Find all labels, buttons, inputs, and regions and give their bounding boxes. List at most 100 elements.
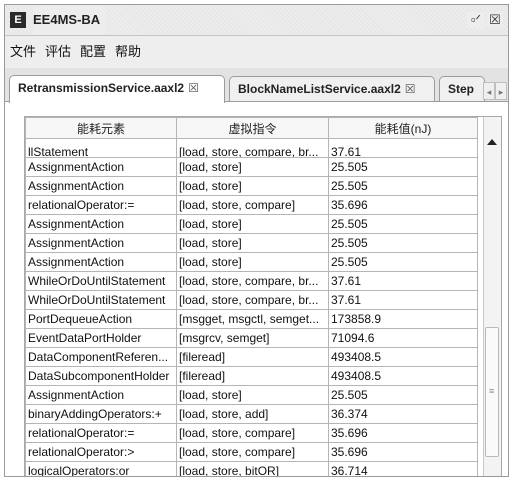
tab-label: BlockNameListService.aaxl2 — [238, 82, 401, 96]
column-header-element[interactable]: 能耗元素 — [25, 117, 177, 139]
restore-icon[interactable]: ▫ᐟ — [467, 12, 485, 28]
title-bar[interactable]: E EE4MS-BA ▫ᐟ ☒ — [5, 5, 508, 36]
cell-energy: 35.696 — [328, 195, 478, 215]
editor-content: 能耗元素 虚拟指令 能耗值(nJ) llStatement [load, sto… — [5, 101, 508, 476]
cell-instructions: [fileread] — [176, 366, 329, 386]
table-row[interactable]: AssignmentAction [load, store] 25.505 — [25, 252, 478, 272]
cell-instructions: [load, store] — [176, 385, 329, 405]
table-row[interactable]: DataSubcomponentHolder [fileread] 493408.5 — [25, 366, 478, 386]
table-row[interactable]: AssignmentAction [load, store] 25.505 — [25, 233, 478, 253]
cell-element: relationalOperator:= — [25, 423, 177, 443]
tab-label: RetransmissionService.aaxl2 — [18, 81, 185, 95]
cell-energy: 25.505 — [328, 233, 478, 253]
cell-element: relationalOperator:= — [25, 195, 177, 215]
column-header-energy[interactable]: 能耗值(nJ) — [328, 117, 478, 139]
cell-energy: 36.714 — [328, 461, 478, 476]
menu-file[interactable]: 文件 — [10, 36, 36, 68]
tab-step[interactable]: Step — [439, 76, 485, 102]
chevron-right-icon[interactable]: ▸ — [495, 82, 507, 100]
cell-instructions: [msgrcv, semget] — [176, 328, 329, 348]
cell-instructions: [fileread] — [176, 347, 329, 367]
table-row[interactable]: EventDataPortHolder [msgrcv, semget] 71094… — [25, 328, 478, 348]
scroll-up-arrow-icon[interactable] — [487, 139, 497, 145]
cell-instructions: [load, store, compare, br... — [176, 138, 329, 158]
cell-instructions: [load, store] — [176, 214, 329, 234]
cell-instructions: [load, store, compare] — [176, 423, 329, 443]
cell-element: DataComponentReferen... — [25, 347, 177, 367]
cell-element: AssignmentAction — [25, 385, 177, 405]
cell-energy: 35.696 — [328, 423, 478, 443]
table-header-row: 能耗元素 虚拟指令 能耗值(nJ) — [25, 117, 478, 139]
cell-element: AssignmentAction — [25, 157, 177, 177]
close-icon[interactable]: ☒ — [487, 12, 503, 28]
tab-close-icon[interactable]: ☒ — [188, 81, 199, 95]
column-header-instructions[interactable]: 虚拟指令 — [176, 117, 329, 139]
cell-element: PortDequeueAction — [25, 309, 177, 329]
vertical-scrollbar[interactable]: ≡ — [483, 117, 501, 476]
cell-element: llStatement — [25, 138, 177, 158]
cell-instructions: [load, store, compare] — [176, 195, 329, 215]
cell-instructions: [load, store, compare] — [176, 442, 329, 462]
table-row[interactable]: WhileOrDoUntilStatement [load, store, com… — [25, 290, 478, 310]
menu-help[interactable]: 帮助 — [115, 36, 141, 68]
table-row[interactable]: AssignmentAction [load, store] 25.505 — [25, 157, 478, 177]
grip-icon: ≡ — [489, 386, 495, 396]
cell-energy: 36.374 — [328, 404, 478, 424]
tab-blockname-list-service[interactable]: BlockNameListService.aaxl2 ☒ — [229, 76, 435, 102]
table-row[interactable]: WhileOrDoUntilStatement [load, store, com… — [25, 271, 478, 291]
table-row[interactable]: relationalOperator:> [load, store, compar… — [25, 442, 478, 462]
cell-energy: 37.61 — [328, 290, 478, 310]
cell-energy: 493408.5 — [328, 347, 478, 367]
cell-energy: 37.61 — [328, 271, 478, 291]
menu-config[interactable]: 配置 — [80, 36, 106, 68]
cell-instructions: [load, store] — [176, 252, 329, 272]
cell-instructions: [load, store] — [176, 176, 329, 196]
cell-instructions: [load, store, add] — [176, 404, 329, 424]
cell-energy: 173858.9 — [328, 309, 478, 329]
cell-energy: 35.696 — [328, 442, 478, 462]
table-row[interactable]: PortDequeueAction [msgget, msgctl, semget… — [25, 309, 478, 329]
chevron-left-icon[interactable]: ◂ — [483, 82, 495, 100]
cell-instructions: [load, store] — [176, 157, 329, 177]
cell-element: EventDataPortHolder — [25, 328, 177, 348]
cell-energy: 71094.6 — [328, 328, 478, 348]
cell-element: relationalOperator:> — [25, 442, 177, 462]
energy-grid: 能耗元素 虚拟指令 能耗值(nJ) llStatement [load, sto… — [25, 117, 478, 476]
cell-energy: 25.505 — [328, 385, 478, 405]
table-row[interactable]: AssignmentAction [load, store] 25.505 — [25, 176, 478, 196]
scroll-thumb[interactable]: ≡ — [485, 327, 499, 457]
menu-bar: 文件 评估 配置 帮助 — [5, 36, 508, 68]
cell-element: AssignmentAction — [25, 252, 177, 272]
cell-energy: 25.505 — [328, 252, 478, 272]
cell-element: AssignmentAction — [25, 233, 177, 253]
tab-retransmission-service[interactable]: RetransmissionService.aaxl2 ☒ — [9, 75, 225, 103]
app-icon: E — [10, 12, 26, 28]
app-window: E EE4MS-BA ▫ᐟ ☒ 文件 评估 配置 帮助 Retransmissi… — [4, 4, 509, 477]
editor-tab-strip: RetransmissionService.aaxl2 ☒ BlockNameLi… — [5, 68, 508, 103]
window-title: EE4MS-BA — [33, 5, 107, 35]
menu-evaluate[interactable]: 评估 — [45, 36, 71, 68]
table-row[interactable]: AssignmentAction [load, store] 25.505 — [25, 385, 478, 405]
cell-element: AssignmentAction — [25, 176, 177, 196]
table-row[interactable]: binaryAddingOperators:+ [load, store, add… — [25, 404, 478, 424]
cell-energy: 25.505 — [328, 214, 478, 234]
cell-element: DataSubcomponentHolder — [25, 366, 177, 386]
tab-label: Step — [448, 82, 475, 96]
table-row[interactable]: relationalOperator:= [load, store, compar… — [25, 423, 478, 443]
cell-element: AssignmentAction — [25, 214, 177, 234]
energy-table: 能耗元素 虚拟指令 能耗值(nJ) llStatement [load, sto… — [24, 116, 502, 476]
table-row[interactable]: DataComponentReferen... [fileread] 493408.… — [25, 347, 478, 367]
cell-element: WhileOrDoUntilStatement — [25, 271, 177, 291]
table-row[interactable]: logicalOperators:or [load, store, bitOR] 3… — [25, 461, 478, 476]
cell-energy: 37.61 — [328, 138, 478, 158]
cell-element: WhileOrDoUntilStatement — [25, 290, 177, 310]
table-row[interactable]: relationalOperator:= [load, store, compar… — [25, 195, 478, 215]
cell-instructions: [load, store, compare, br... — [176, 290, 329, 310]
cell-instructions: [msgget, msgctl, semget... — [176, 309, 329, 329]
cell-instructions: [load, store, compare, br... — [176, 271, 329, 291]
tab-close-icon[interactable]: ☒ — [405, 82, 416, 96]
table-row[interactable]: llStatement [load, store, compare, br...… — [25, 138, 478, 158]
table-row[interactable]: AssignmentAction [load, store] 25.505 — [25, 214, 478, 234]
cell-element: binaryAddingOperators:+ — [25, 404, 177, 424]
cell-instructions: [load, store] — [176, 233, 329, 253]
